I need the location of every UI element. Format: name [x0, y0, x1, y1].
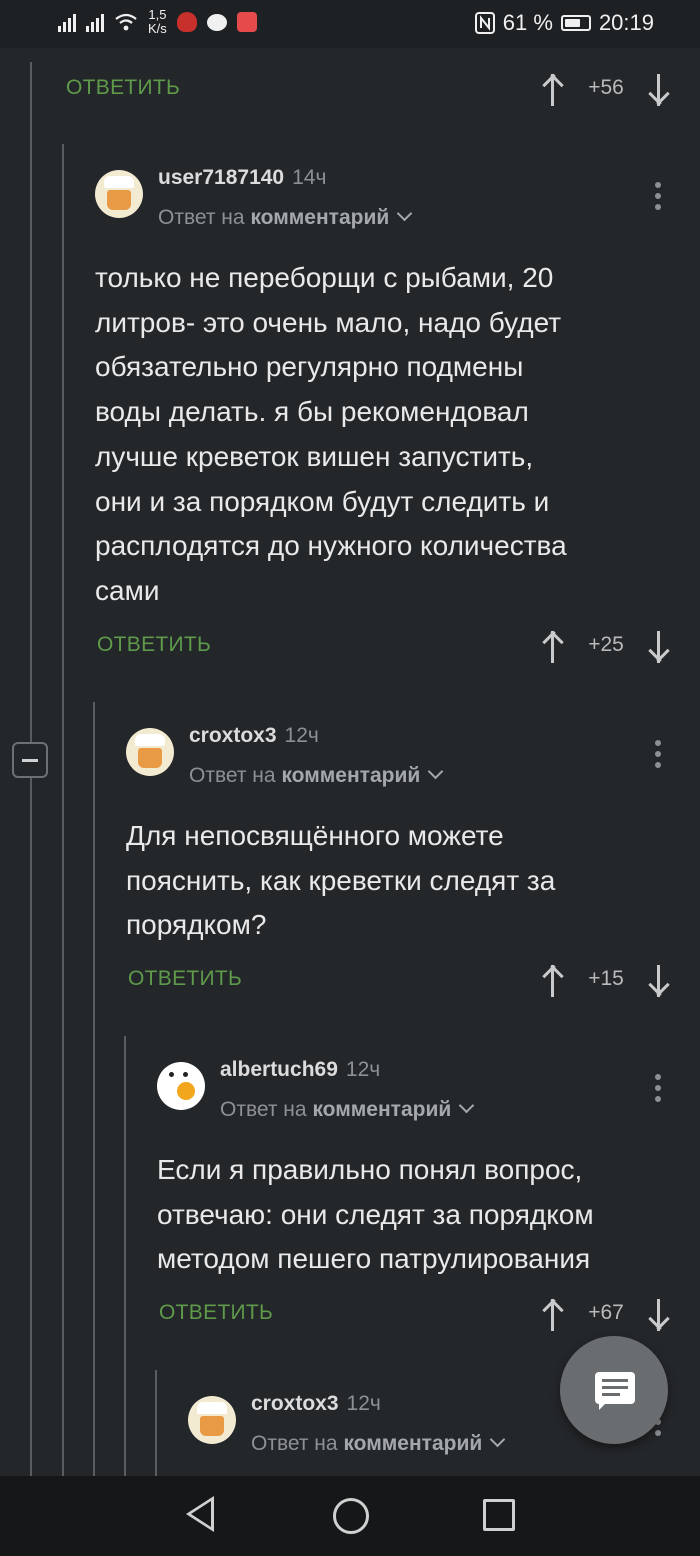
vote-controls: +25 — [540, 629, 672, 669]
comment-time: 12ч — [346, 1392, 381, 1415]
downvote-icon[interactable] — [646, 1297, 672, 1333]
username[interactable]: user7187140 14ч — [158, 166, 326, 190]
roaming-signal-icon — [86, 12, 104, 32]
score: +15 — [588, 967, 624, 990]
clock: 20:19 — [598, 10, 654, 35]
chevron-down-icon — [427, 763, 444, 780]
comment-thread: ОТВЕТИТЬ +56 user7187140 14ч Ответ на ком… — [0, 48, 700, 1476]
avatar[interactable] — [126, 728, 174, 776]
home-icon[interactable] — [333, 1498, 369, 1534]
app-red-icon — [236, 12, 257, 32]
comment-text: только не переборщи с рыбами, 20 литров-… — [95, 262, 567, 606]
thread-line — [93, 702, 95, 1476]
reply-to-link[interactable]: Ответ на комментарий — [220, 1097, 475, 1122]
vote-controls: +67 — [540, 1297, 672, 1337]
nfc-icon — [474, 12, 495, 34]
vote-controls: +15 — [540, 963, 672, 1003]
more-options-icon[interactable] — [652, 740, 664, 768]
downvote-icon[interactable] — [646, 629, 672, 665]
upvote-icon[interactable] — [540, 963, 566, 999]
downvote-icon[interactable] — [646, 72, 672, 108]
upvote-icon[interactable] — [540, 629, 566, 665]
chevron-down-icon — [458, 1097, 475, 1114]
battery-percent: 61 % — [502, 10, 553, 35]
thread-line — [155, 1370, 157, 1476]
reply-button[interactable]: ОТВЕТИТЬ — [66, 76, 180, 100]
thread-line — [62, 144, 64, 1476]
score: +25 — [588, 633, 624, 656]
comment-text: Если я правильно понял вопрос, отвечаю: … — [157, 1154, 594, 1275]
signal-icon — [58, 12, 76, 32]
status-bar: 1,5 K/s 61 % 20:19 — [0, 0, 700, 48]
battery-icon — [560, 15, 591, 31]
username[interactable]: croxtox3 12ч — [189, 724, 319, 748]
reply-button[interactable]: ОТВЕТИТЬ — [128, 967, 242, 991]
wifi-icon — [115, 13, 137, 31]
back-icon[interactable] — [186, 1496, 214, 1532]
thread-line — [124, 1036, 126, 1476]
comment-time: 14ч — [292, 166, 327, 189]
comment-icon — [595, 1372, 635, 1410]
more-options-icon[interactable] — [652, 1074, 664, 1102]
username[interactable]: albertuch69 12ч — [220, 1058, 380, 1082]
avatar[interactable] — [188, 1396, 236, 1444]
reply-to-link[interactable]: Ответ на комментарий — [189, 763, 444, 788]
avatar[interactable] — [95, 170, 143, 218]
reply-button[interactable]: ОТВЕТИТЬ — [97, 633, 211, 657]
upvote-icon[interactable] — [540, 1297, 566, 1333]
comment-text: Для непосвящённого можете пояснить, как … — [126, 820, 556, 941]
username[interactable]: croxtox3 12ч — [251, 1392, 381, 1416]
app-shield-icon — [176, 12, 197, 32]
reply-to-link[interactable]: Ответ на комментарий — [158, 205, 413, 230]
comment-time: 12ч — [345, 1058, 381, 1081]
score: +67 — [588, 1301, 624, 1324]
downvote-icon[interactable] — [646, 963, 672, 999]
chat-bubble-icon — [206, 13, 227, 31]
collapse-thread-button[interactable] — [12, 742, 48, 778]
navigation-bar — [0, 1476, 700, 1556]
upvote-icon[interactable] — [540, 72, 566, 108]
recent-apps-icon[interactable] — [483, 1499, 515, 1531]
reply-button[interactable]: ОТВЕТИТЬ — [159, 1301, 273, 1325]
chevron-down-icon — [489, 1431, 506, 1448]
reply-to-link[interactable]: Ответ на комментарий — [251, 1431, 506, 1456]
avatar[interactable] — [157, 1062, 205, 1110]
vote-controls: +56 — [540, 72, 672, 112]
write-comment-button[interactable] — [560, 1336, 668, 1444]
score: +56 — [588, 76, 624, 99]
chevron-down-icon — [396, 205, 413, 222]
net-speed: 1,5 K/s — [148, 7, 167, 36]
more-options-icon[interactable] — [652, 182, 664, 210]
comment-time: 12ч — [284, 724, 319, 747]
